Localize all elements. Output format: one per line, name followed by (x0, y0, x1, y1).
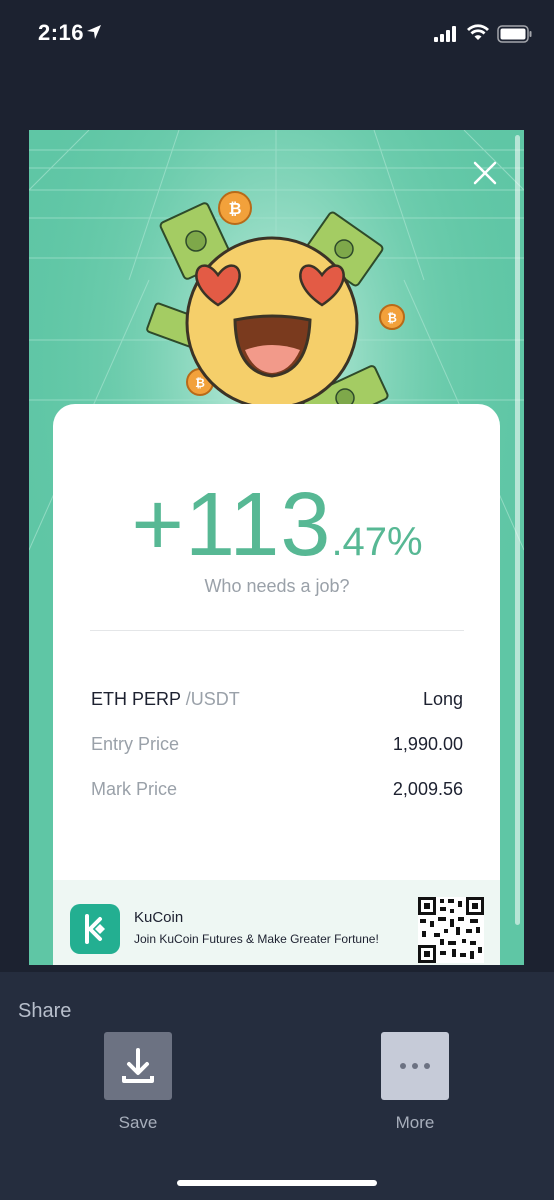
promo-slogan: Join KuCoin Futures & Make Greater Fortu… (134, 932, 379, 946)
promo-brand: KuCoin (134, 909, 184, 926)
svg-text:₿: ₿ (387, 311, 397, 325)
entry-price-label: Entry Price (91, 734, 180, 754)
divider (90, 630, 464, 631)
pnl-minor: .47% (331, 520, 423, 564)
share-title: Share (18, 1000, 72, 1022)
status-bar: 2:16 (0, 0, 554, 70)
pnl-percentage: +113.47% (0, 474, 554, 577)
location-arrow-icon (87, 25, 101, 39)
wifi-icon (467, 24, 489, 40)
more-button[interactable] (381, 1032, 449, 1100)
svg-text:₿: ₿ (228, 199, 241, 218)
save-label: Save (118, 1113, 158, 1132)
pair-quote: /USDT (180, 689, 240, 709)
entry-price-value: 1,990.00 (392, 734, 463, 754)
share-sheet (0, 972, 554, 1200)
battery-icon (497, 25, 532, 43)
mark-price-label: Mark Price (91, 779, 178, 799)
tagline: Who needs a job? (204, 576, 350, 596)
svg-text:₿: ₿ (195, 376, 205, 390)
position-side: Long (422, 689, 463, 709)
close-icon[interactable] (470, 158, 500, 188)
pnl-major: +113 (131, 475, 332, 575)
download-icon (122, 1048, 154, 1083)
home-indicator[interactable] (177, 1180, 377, 1186)
mark-price-value: 2,009.56 (392, 779, 463, 799)
save-button[interactable] (104, 1032, 172, 1100)
more-dots-icon (400, 1063, 430, 1069)
pair-name: ETH PERP (91, 689, 181, 709)
more-label: More (395, 1113, 435, 1132)
status-time: 2:16 (38, 20, 85, 45)
qr-code-icon (418, 897, 484, 963)
cellular-signal-icon (434, 26, 456, 42)
kucoin-logo-icon (70, 904, 120, 954)
